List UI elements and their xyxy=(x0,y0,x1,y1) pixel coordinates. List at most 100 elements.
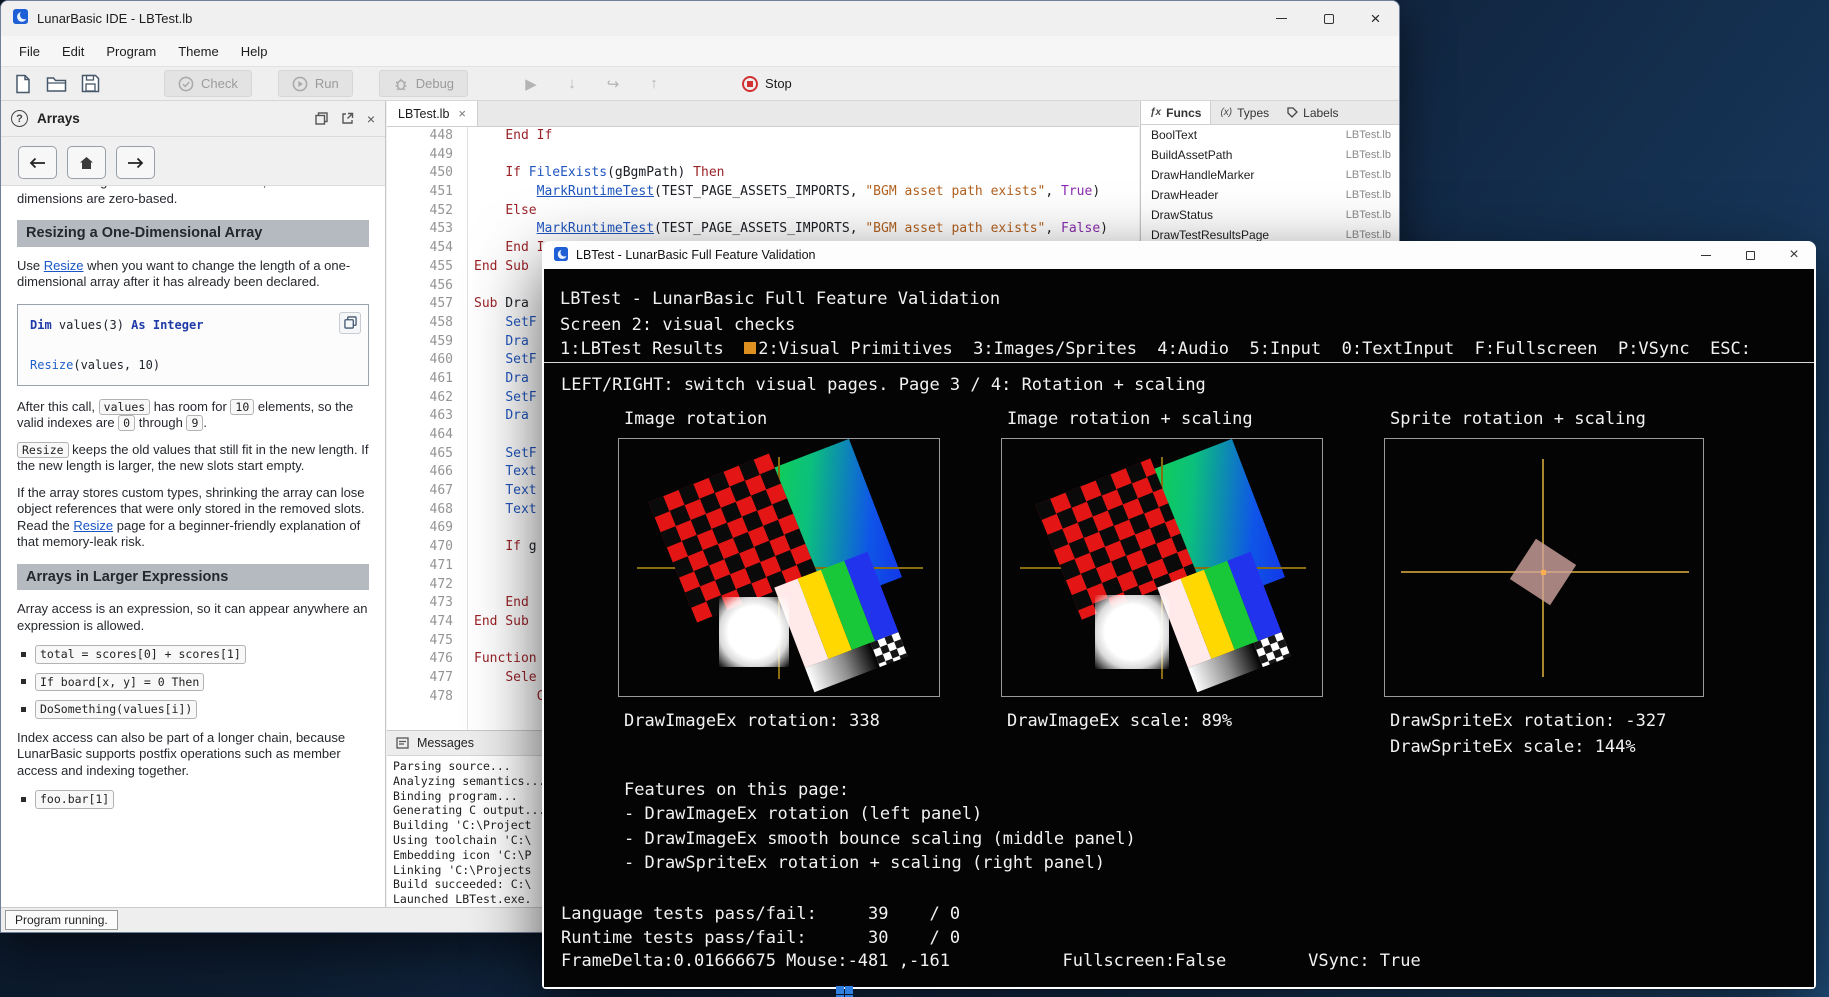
windows-logo-icon[interactable] xyxy=(836,986,853,997)
nav-items-after: 2:Visual Primitives 3:Images/Sprites 4:A… xyxy=(758,339,1751,359)
tab-close-icon[interactable]: × xyxy=(458,106,466,121)
test-stats: Language tests pass/fail: 39 / 0Runtime … xyxy=(561,903,960,950)
symbol-list-item[interactable]: DrawHandleMarkerLBTest.lb xyxy=(1141,165,1400,185)
bullet-icon xyxy=(21,679,26,684)
home-icon xyxy=(79,156,94,170)
close-button[interactable]: × xyxy=(1352,1,1399,36)
ide-window-title: LunarBasic IDE - LBTest.lb xyxy=(37,11,192,26)
editor-tab-lbtest[interactable]: LBTest.lb × xyxy=(387,101,478,126)
help-paragraph: If the array stores custom types, shrink… xyxy=(17,485,369,551)
run-button-label: Run xyxy=(315,76,339,91)
lbtest-window: LBTest - LunarBasic Full Feature Validat… xyxy=(542,241,1816,989)
line-number: 451 xyxy=(387,184,467,203)
tab-funcs[interactable]: ƒx Funcs xyxy=(1141,101,1211,124)
open-folder-icon xyxy=(46,75,67,93)
symbols-tab-bar: ƒx Funcs (x) Types Labels xyxy=(1141,101,1400,125)
open-file-button[interactable] xyxy=(43,70,70,97)
lbtest-close-button[interactable]: × xyxy=(1772,241,1816,269)
open-external-button[interactable] xyxy=(341,112,354,125)
run-icon xyxy=(292,76,308,92)
code-line: MarkRuntimeTest(TEST_PAGE_ASSETS_IMPORTS… xyxy=(474,221,1139,240)
line-number: 449 xyxy=(387,147,467,166)
step-out-button[interactable]: ↑ xyxy=(641,71,667,97)
help-paragraph: Array access is an expression, so it can… xyxy=(17,601,369,634)
bullet-icon xyxy=(21,652,26,657)
messages-title: Messages xyxy=(417,736,474,750)
home-button[interactable] xyxy=(67,146,106,179)
line-number: 478 xyxy=(387,689,467,708)
help-link[interactable]: Resize xyxy=(73,518,113,533)
panel-caption: DrawImageEx rotation: 338 xyxy=(624,711,880,731)
lbtest-titlebar[interactable]: LBTest - LunarBasic Full Feature Validat… xyxy=(542,241,1816,269)
help-section-heading: Arrays in Larger Expressions xyxy=(17,564,369,591)
nav-items-before: 1:LBTest Results xyxy=(560,339,744,359)
stop-button[interactable]: Stop xyxy=(729,70,805,97)
forward-button[interactable] xyxy=(116,146,155,179)
maximize-icon xyxy=(1324,14,1334,24)
types-icon: (x) xyxy=(1220,107,1232,118)
symbol-name: DrawTestResultsPage xyxy=(1151,228,1269,242)
line-number: 471 xyxy=(387,558,467,577)
help-paragraph: After this call, values has room for 10 … xyxy=(17,399,369,432)
help-panel-header: ? Arrays × xyxy=(1,101,385,137)
new-file-button[interactable] xyxy=(9,70,36,97)
screen-nav-line: 1:LBTest Results 2:Visual Primitives 3:I… xyxy=(560,339,1751,359)
run-button[interactable]: Run xyxy=(278,70,353,97)
popout-panel-button[interactable] xyxy=(315,112,328,125)
tab-labels[interactable]: Labels xyxy=(1278,101,1347,124)
menu-item-help[interactable]: Help xyxy=(230,39,279,64)
line-number: 465 xyxy=(387,446,467,465)
check-button[interactable]: Check xyxy=(164,70,252,97)
inline-code: DoSomething(values[i]) xyxy=(35,700,197,719)
help-link[interactable]: Resize xyxy=(44,258,84,273)
frame-stats-line: FrameDelta:0.01666675 Mouse:-481 ,-161 F… xyxy=(561,951,1421,971)
symbol-list-item[interactable]: DrawHeaderLBTest.lb xyxy=(1141,185,1400,205)
menu-item-edit[interactable]: Edit xyxy=(51,39,95,64)
line-number: 476 xyxy=(387,651,467,670)
step-over-button[interactable]: ↪ xyxy=(600,71,626,97)
step-into-button[interactable]: ↓ xyxy=(559,71,585,97)
panel-title: Image rotation + scaling xyxy=(1007,409,1253,429)
minimize-button[interactable] xyxy=(1258,1,1305,36)
symbol-file: LBTest.lb xyxy=(1346,129,1391,141)
help-content: returns the length of the second dimensi… xyxy=(1,186,385,907)
debug-button[interactable]: Debug xyxy=(379,70,468,97)
minimize-icon xyxy=(1701,255,1711,256)
menu-item-program[interactable]: Program xyxy=(95,39,167,64)
page-indicator-line: LEFT/RIGHT: switch visual pages. Page 3 … xyxy=(561,375,1206,395)
save-file-button[interactable] xyxy=(77,70,104,97)
line-number: 455 xyxy=(387,259,467,278)
maximize-button[interactable] xyxy=(1305,1,1352,36)
symbol-list-item[interactable]: DrawStatusLBTest.lb xyxy=(1141,205,1400,225)
symbols-list: BoolTextLBTest.lbBuildAssetPathLBTest.lb… xyxy=(1141,125,1400,245)
help-panel: ? Arrays × xyxy=(1,101,386,907)
tab-types-label: Types xyxy=(1237,106,1269,120)
tab-types[interactable]: (x) Types xyxy=(1211,101,1278,124)
features-list: Features on this page:- DrawImageEx rota… xyxy=(624,778,1136,875)
editor-tab-label: LBTest.lb xyxy=(398,107,449,121)
debug-step-controls: ▶ ↓ ↪ ↑ xyxy=(518,71,667,97)
help-paragraph: Use Resize when you want to change the l… xyxy=(17,258,369,291)
code-line: Else xyxy=(474,203,1139,222)
menu-item-theme[interactable]: Theme xyxy=(167,39,229,64)
copy-button[interactable] xyxy=(339,312,361,334)
line-number: 460 xyxy=(387,352,467,371)
line-number: 461 xyxy=(387,371,467,390)
close-panel-button[interactable]: × xyxy=(367,111,375,127)
menu-item-file[interactable]: File xyxy=(8,39,51,64)
lbtest-maximize-button[interactable] xyxy=(1728,241,1772,269)
symbol-list-item[interactable]: BuildAssetPathLBTest.lb xyxy=(1141,145,1400,165)
symbol-list-item[interactable]: BoolTextLBTest.lb xyxy=(1141,125,1400,145)
feature-line: - DrawSpriteEx rotation + scaling (right… xyxy=(624,851,1136,875)
back-button[interactable] xyxy=(18,146,57,179)
panel-caption-2: DrawSpriteEx scale: 144% xyxy=(1390,737,1636,757)
symbol-file: LBTest.lb xyxy=(1346,189,1391,201)
ide-titlebar[interactable]: LunarBasic IDE - LBTest.lb × xyxy=(1,1,1399,36)
debug-button-label: Debug xyxy=(416,76,454,91)
tab-funcs-label: Funcs xyxy=(1166,106,1201,120)
feature-line: - DrawImageEx rotation (left panel) xyxy=(624,802,1136,826)
lbtest-minimize-button[interactable] xyxy=(1684,241,1728,269)
external-link-icon xyxy=(341,112,354,125)
line-number: 459 xyxy=(387,334,467,353)
continue-button[interactable]: ▶ xyxy=(518,71,544,97)
